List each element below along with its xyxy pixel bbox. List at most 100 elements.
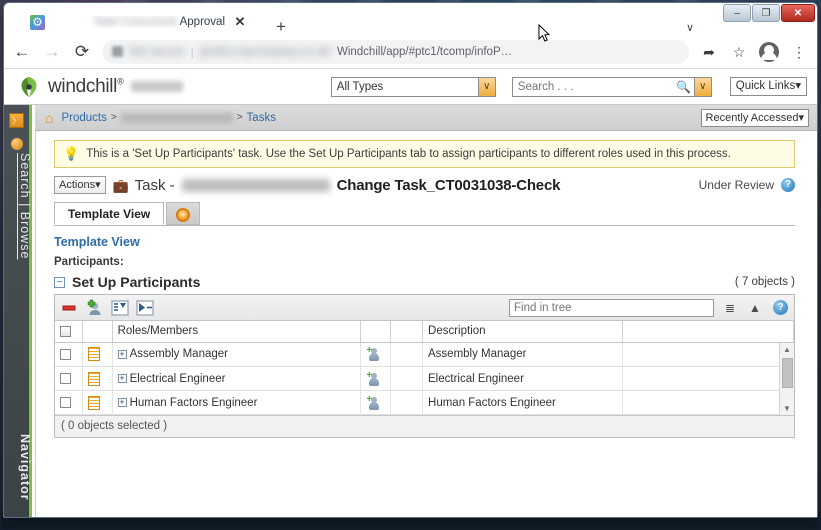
select-all-header[interactable] <box>55 321 83 343</box>
search-icon[interactable]: 🔍 <box>674 80 694 94</box>
row-checkbox[interactable] <box>60 372 71 384</box>
forward-icon[interactable]: → <box>42 42 62 62</box>
expand-row-icon[interactable]: + <box>117 397 127 407</box>
task-prefix-label: Task - <box>134 176 175 194</box>
chevron-down-icon: ▾ <box>95 179 101 191</box>
row-checkbox[interactable] <box>60 348 71 360</box>
description-header[interactable]: Description <box>422 321 623 343</box>
back-icon[interactable]: ← <box>12 42 32 62</box>
profile-icon[interactable] <box>759 41 779 62</box>
spacer-column-header-3 <box>622 321 795 343</box>
windchill-wordmark: windchill® <box>48 75 124 97</box>
row-select-cell[interactable] <box>55 390 83 415</box>
star-icon[interactable]: ☆ <box>729 42 749 62</box>
remove-participant-icon[interactable] <box>61 299 79 317</box>
breadcrumb-separator: > <box>110 112 117 123</box>
expand-row-icon[interactable]: + <box>117 349 127 359</box>
rail-navigator-label[interactable]: Navigator <box>4 434 32 501</box>
row-role-cell: + Assembly Manager <box>112 342 362 367</box>
breadcrumb-item-tasks[interactable]: Tasks <box>247 112 276 124</box>
filter-icon[interactable]: ≣ <box>721 301 739 315</box>
add-participant-row-icon[interactable]: + <box>366 346 380 362</box>
role-document-icon <box>87 371 100 386</box>
collapse-all-icon[interactable] <box>111 299 129 317</box>
left-navigation-rail: 〉 Search | Browse Navigator <box>4 105 32 517</box>
help-icon[interactable]: ? <box>781 178 795 192</box>
row-checkbox[interactable] <box>60 396 71 408</box>
breadcrumb-item-products[interactable]: Products <box>61 112 106 124</box>
search-options-chevron-icon[interactable]: ∨ <box>693 77 711 96</box>
minimize-button[interactable]: – <box>723 4 751 22</box>
gear-favicon-icon <box>30 14 45 30</box>
share-icon[interactable]: ➦ <box>699 42 719 62</box>
masthead-redacted-label <box>131 81 184 92</box>
expand-row-icon[interactable]: + <box>117 373 127 383</box>
table-row[interactable]: + Assembly Manager + Assembly Manager <box>55 342 795 367</box>
select-all-checkbox[interactable] <box>60 325 71 337</box>
table-help-icon[interactable]: ? <box>773 300 788 315</box>
home-icon[interactable]: ⌂ <box>45 110 53 126</box>
rail-search-browse-label[interactable]: Search | Browse <box>4 153 32 259</box>
table-header-row: Roles/Members Description <box>55 321 795 343</box>
scroll-up-icon[interactable]: ▲ <box>780 343 794 356</box>
table-body-scroll-area: + Assembly Manager + Assembly Manager + … <box>55 342 795 415</box>
browser-titlebar: Task Concurrent Approval ✕ + ∨ – ❐ ✕ <box>4 3 817 42</box>
row-select-cell[interactable] <box>55 366 83 391</box>
section-subtitle: Template View <box>54 235 140 249</box>
address-bar[interactable]: Not secure | ptcdev.mycompany.co.uk/ Win… <box>102 39 689 64</box>
not-secure-icon <box>112 46 123 57</box>
search-input[interactable] <box>512 79 674 94</box>
actions-button[interactable]: Actions▾ <box>54 176 106 194</box>
table-row[interactable]: + Electrical Engineer + Electrical Engine… <box>55 366 795 391</box>
expand-all-icon[interactable] <box>136 299 154 317</box>
find-in-tree-input[interactable] <box>509 298 714 317</box>
row-person-icon-cell: + <box>360 366 392 391</box>
row-select-cell[interactable] <box>55 342 83 367</box>
scroll-down-icon[interactable]: ▼ <box>780 402 794 415</box>
add-participant-icon[interactable] <box>86 299 104 317</box>
type-filter-select[interactable]: All Types ∨ <box>330 76 496 97</box>
scrollbar-thumb[interactable] <box>782 357 793 388</box>
tab-list-button[interactable]: ∨ <box>676 14 704 42</box>
add-participant-row-icon[interactable]: + <box>366 370 380 386</box>
tab-add-icon[interactable]: + <box>166 202 201 225</box>
role-document-icon <box>87 395 100 410</box>
table-row[interactable]: + Human Factors Engineer + Human Factors … <box>55 390 795 415</box>
browser-menu-icon[interactable]: ⋮ <box>789 42 809 62</box>
new-tab-button[interactable]: + <box>268 14 294 40</box>
chevron-down-icon: ▾ <box>798 111 804 124</box>
tab-template-view[interactable]: Template View <box>54 202 165 225</box>
object-count: ( 7 objects ) <box>734 276 795 288</box>
maximize-button[interactable]: ❐ <box>752 4 780 22</box>
collapse-section-icon[interactable]: − <box>54 276 65 288</box>
page-title: Change Task_CT0031038-Check <box>336 176 561 194</box>
sort-icon[interactable]: ▲ <box>746 301 764 315</box>
breadcrumb-item-redacted[interactable] <box>120 112 233 123</box>
chevron-down-icon[interactable]: ∨ <box>477 77 495 96</box>
breadcrumb-separator: > <box>236 112 243 123</box>
tab-close-icon[interactable]: ✕ <box>232 14 248 30</box>
recently-accessed-button[interactable]: Recently Accessed▾ <box>700 108 809 127</box>
role-document-icon <box>87 347 100 362</box>
row-person-icon-cell: + <box>360 342 392 367</box>
type-filter-value: All Types <box>336 80 384 93</box>
roles-members-header[interactable]: Roles/Members <box>112 321 362 343</box>
close-window-button[interactable]: ✕ <box>781 4 815 22</box>
pin-icon[interactable] <box>10 138 23 150</box>
reload-icon[interactable]: ⟳ <box>72 42 92 62</box>
row-role-cell: + Electrical Engineer <box>112 366 362 391</box>
table-vertical-scrollbar[interactable]: ▲ ▼ <box>779 342 794 415</box>
table-status-bar: ( 0 objects selected ) <box>55 415 794 437</box>
quick-links-button[interactable]: Quick Links▾ <box>729 77 807 96</box>
row-spacer-cell-1 <box>390 390 424 415</box>
add-participant-row-icon[interactable]: + <box>366 394 380 410</box>
expand-rail-icon[interactable]: 〉 <box>9 113 24 128</box>
browser-tab[interactable]: Task Concurrent Approval ✕ <box>22 9 254 35</box>
global-search[interactable]: 🔍 ∨ <box>511 76 712 97</box>
participants-table: ≣ ▲ ? <box>54 294 795 438</box>
add-circle-icon: + <box>176 207 191 222</box>
row-spacer-cell-2 <box>622 366 795 391</box>
task-icon: 💼 <box>112 177 129 193</box>
row-description-cell: Human Factors Engineer <box>422 390 623 415</box>
status-badge: Under Review <box>698 178 774 192</box>
